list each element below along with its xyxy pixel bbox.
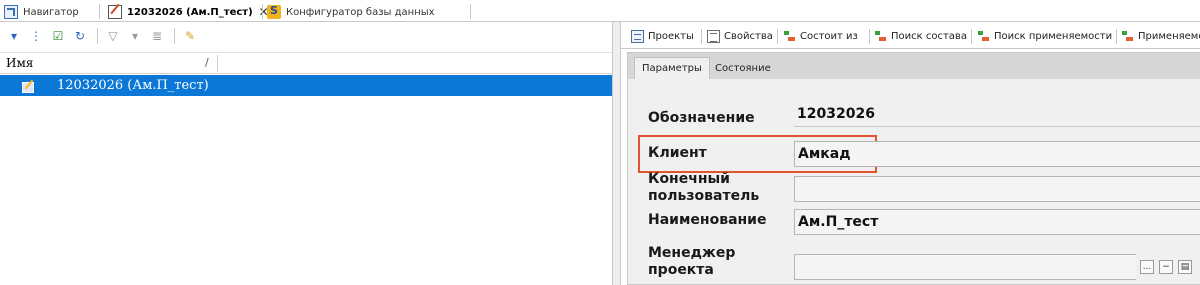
end-user-label-line1: Конечный — [648, 171, 730, 187]
tab-separator — [1116, 29, 1117, 44]
collapse-tree-icon[interactable]: ⋮ — [26, 26, 46, 46]
tree-column-header[interactable]: Имя / — [0, 52, 612, 74]
tree-structure-icon — [977, 30, 990, 43]
tab-parameters-label: Параметры — [642, 63, 702, 74]
manager-label-line2: проекта — [648, 262, 714, 278]
tab-state[interactable]: Состояние — [708, 57, 778, 79]
tab-usage-search[interactable]: Поиск применяемости — [977, 27, 1112, 46]
tab-state-label: Состояние — [715, 62, 771, 74]
tab-database-configurator-label: Конфигуратор базы данных — [286, 6, 435, 18]
tab-navigator[interactable]: Навигатор — [4, 3, 79, 21]
projects-icon — [631, 30, 644, 43]
edit-pencil-icon[interactable]: ✎ — [180, 26, 200, 46]
card-icon: ▤ — [1180, 262, 1190, 272]
parameters-panel: Параметры Состояние Обозначение 12032026… — [627, 52, 1200, 285]
document-edit-icon — [22, 80, 36, 93]
object-tab-bar: Проекты Свойства Состоит из Поиск состав… — [621, 23, 1200, 49]
tab-properties[interactable]: Свойства — [707, 27, 773, 46]
document-edit-icon — [108, 5, 122, 19]
designation-value: 12032026 — [797, 105, 875, 122]
minus-icon: − — [1162, 262, 1170, 272]
toolbar-separator — [174, 28, 175, 44]
manager-label-line1: Менеджер — [648, 245, 736, 261]
ellipsis-label: ... — [1142, 262, 1152, 272]
tab-separator — [971, 29, 972, 44]
tab-separator — [99, 4, 100, 19]
pane-splitter[interactable] — [612, 22, 621, 285]
database-configurator-icon — [267, 4, 281, 19]
client-field[interactable]: Амкад — [794, 141, 1200, 167]
properties-icon — [707, 30, 720, 43]
client-value: Амкад — [798, 146, 851, 162]
clear-button[interactable]: − — [1159, 260, 1173, 274]
document-tab-bar: Навигатор 12032026 (Ам.П_тест) ✕ Конфигу… — [0, 0, 1200, 22]
open-card-button[interactable]: ▤ — [1178, 260, 1192, 274]
manager-field[interactable] — [794, 254, 1136, 280]
tab-projects-label: Проекты — [648, 31, 694, 42]
tab-projects[interactable]: Проекты — [631, 27, 694, 46]
tab-composition-search[interactable]: Поиск состава — [874, 27, 967, 46]
tree-structure-icon — [874, 30, 887, 43]
designation-field[interactable]: 12032026 — [794, 101, 1200, 127]
tab-separator — [701, 29, 702, 44]
tree-item-selected[interactable]: 12032026 (Ам.П_тест) — [0, 75, 612, 96]
filter-list-icon[interactable]: ≣ — [147, 26, 167, 46]
ellipsis-button[interactable]: ... — [1140, 260, 1154, 274]
filter-dropdown-icon[interactable]: ▾ — [125, 26, 145, 46]
checkbox-icon[interactable]: ☑ — [48, 26, 68, 46]
sub-tab-bar: Параметры Состояние — [628, 53, 1200, 79]
tab-usage-search-label: Поиск применяемости — [994, 31, 1113, 42]
tab-separator — [869, 29, 870, 44]
tab-composition-search-label: Поиск состава — [891, 31, 967, 42]
tab-consists-of-label: Состоит из — [800, 31, 858, 42]
tab-separator — [262, 4, 263, 19]
tab-consists-of[interactable]: Состоит из — [783, 27, 858, 46]
tab-parameters[interactable]: Параметры — [634, 57, 710, 79]
toolbar-separator — [97, 28, 98, 44]
tab-navigator-label: Навигатор — [23, 6, 79, 18]
tree-toolbar: ▾ ⋮ ☑ ↻ ▽ ▾ ≣ ✎ — [0, 23, 612, 49]
tree-item-label: 12032026 (Ам.П_тест) — [57, 78, 209, 93]
name-value: Ам.П_тест — [798, 214, 879, 230]
tab-usage[interactable]: Применяемо — [1121, 27, 1200, 46]
name-field[interactable]: Ам.П_тест — [794, 209, 1200, 235]
tab-database-configurator[interactable]: Конфигуратор базы данных — [267, 3, 435, 21]
end-user-field[interactable] — [794, 176, 1200, 202]
navigator-icon — [4, 5, 18, 19]
tab-document-label: 12032026 (Ам.П_тест) — [127, 6, 253, 18]
tab-separator — [777, 29, 778, 44]
expand-all-icon[interactable]: ▾ — [4, 26, 24, 46]
designation-label: Обозначение — [648, 110, 755, 126]
sort-indicator: / — [205, 56, 209, 69]
tab-document[interactable]: 12032026 (Ам.П_тест) ✕ — [108, 3, 269, 21]
refresh-icon[interactable]: ↻ — [70, 26, 90, 46]
client-label: Клиент — [648, 145, 707, 161]
name-label: Наименование — [648, 212, 767, 228]
tab-usage-label: Применяемо — [1138, 31, 1200, 42]
end-user-label-line2: пользователь — [648, 188, 760, 204]
column-divider[interactable] — [217, 55, 218, 72]
column-name-label: Имя — [6, 56, 34, 70]
tree-structure-icon — [1121, 30, 1134, 43]
tree-structure-icon — [783, 30, 796, 43]
filter-icon[interactable]: ▽ — [103, 26, 123, 46]
tab-separator — [470, 4, 471, 19]
tab-properties-label: Свойства — [724, 31, 773, 42]
